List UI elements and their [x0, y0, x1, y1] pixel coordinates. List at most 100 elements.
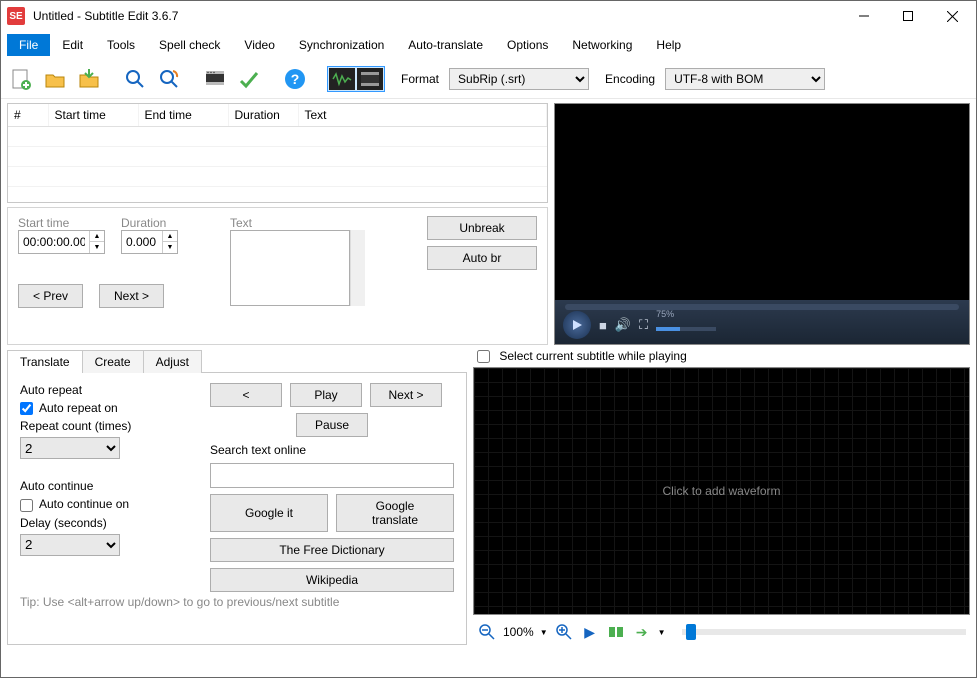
- starttime-spinner[interactable]: ▲▼: [18, 230, 105, 254]
- col-duration[interactable]: Duration: [228, 104, 298, 127]
- menu-spellcheck[interactable]: Spell check: [147, 34, 232, 56]
- spin-up-icon[interactable]: ▲: [163, 231, 177, 242]
- duration-input[interactable]: [122, 233, 162, 251]
- seek-bar[interactable]: [565, 304, 959, 310]
- new-file-icon[interactable]: [7, 65, 35, 93]
- video-view-icon[interactable]: [357, 68, 383, 90]
- select-current-checkbox[interactable]: [477, 350, 490, 363]
- menu-autotranslate[interactable]: Auto-translate: [396, 34, 495, 56]
- menu-edit[interactable]: Edit: [50, 34, 95, 56]
- wikipedia-button[interactable]: Wikipedia: [210, 568, 454, 592]
- translate-next-button[interactable]: Next >: [370, 383, 442, 407]
- format-select[interactable]: SubRip (.srt): [449, 68, 589, 90]
- subtitle-text-input[interactable]: [230, 230, 350, 306]
- window-title: Untitled - Subtitle Edit 3.6.7: [33, 9, 842, 23]
- tip-text: Tip: Use <alt+arrow up/down> to go to pr…: [20, 591, 454, 609]
- repeat-count-select[interactable]: 2: [20, 437, 120, 459]
- menu-help[interactable]: Help: [644, 34, 693, 56]
- video-area[interactable]: [555, 104, 969, 300]
- waveform-controls: 100% ▼ ▶ ➔ ▼: [473, 619, 970, 645]
- format-label: Format: [401, 72, 439, 86]
- duration-spinner[interactable]: ▲▼: [121, 230, 178, 254]
- menu-synchronization[interactable]: Synchronization: [287, 34, 396, 56]
- wf-position-slider[interactable]: [682, 629, 966, 635]
- visual-sync-icon[interactable]: [201, 65, 229, 93]
- menubar: File Edit Tools Spell check Video Synchr…: [1, 31, 976, 59]
- volume-icon[interactable]: 🔊: [615, 317, 631, 333]
- unbreak-button[interactable]: Unbreak: [427, 216, 537, 240]
- translate-play-button[interactable]: Play: [290, 383, 362, 407]
- spin-up-icon[interactable]: ▲: [90, 231, 104, 242]
- help-icon[interactable]: ?: [281, 65, 309, 93]
- wf-dropdown-icon[interactable]: ▼: [658, 628, 666, 637]
- table-row[interactable]: [8, 127, 547, 147]
- repeat-count-label: Repeat count (times): [20, 419, 200, 433]
- wf-next-icon[interactable]: ➔: [632, 622, 652, 642]
- slider-thumb[interactable]: [686, 624, 696, 640]
- col-number[interactable]: #: [8, 104, 48, 127]
- search-online-input[interactable]: [210, 463, 454, 488]
- starttime-input[interactable]: [19, 233, 89, 251]
- encoding-select[interactable]: UTF-8 with BOM: [665, 68, 825, 90]
- menu-options[interactable]: Options: [495, 34, 560, 56]
- menu-video[interactable]: Video: [232, 34, 286, 56]
- play-button[interactable]: [563, 311, 591, 339]
- stop-icon[interactable]: ■: [599, 318, 607, 333]
- autobr-button[interactable]: Auto br: [427, 246, 537, 270]
- auto-continue-checkbox[interactable]: [20, 499, 33, 512]
- auto-continue-checkbox-label[interactable]: Auto continue on: [20, 497, 200, 511]
- fullscreen-icon[interactable]: ⛶: [639, 317, 648, 333]
- scrollbar[interactable]: [350, 230, 365, 306]
- spin-down-icon[interactable]: ▼: [163, 242, 177, 253]
- free-dictionary-button[interactable]: The Free Dictionary: [210, 538, 454, 562]
- zoom-out-icon[interactable]: [477, 622, 497, 642]
- wf-play-icon[interactable]: ▶: [580, 622, 600, 642]
- save-file-icon[interactable]: [75, 65, 103, 93]
- menu-file[interactable]: File: [7, 34, 50, 56]
- select-current-checkbox-label[interactable]: Select current subtitle while playing: [477, 349, 687, 363]
- waveform-area[interactable]: Click to add waveform: [473, 367, 970, 615]
- col-text[interactable]: Text: [298, 104, 547, 127]
- titlebar: SE Untitled - Subtitle Edit 3.6.7: [1, 1, 976, 31]
- prev-button[interactable]: < Prev: [18, 284, 83, 308]
- translate-prev-button[interactable]: <: [210, 383, 282, 407]
- tab-strip: Translate Create Adjust: [7, 349, 467, 372]
- zoom-in-icon[interactable]: [554, 622, 574, 642]
- auto-repeat-checkbox-label[interactable]: Auto repeat on: [20, 401, 200, 415]
- table-row[interactable]: [8, 167, 547, 187]
- minimize-button[interactable]: [842, 2, 886, 30]
- tab-create[interactable]: Create: [82, 350, 144, 373]
- next-button[interactable]: Next >: [99, 284, 164, 308]
- menu-tools[interactable]: Tools: [95, 34, 147, 56]
- col-starttime[interactable]: Start time: [48, 104, 138, 127]
- zoom-dropdown-icon[interactable]: ▼: [540, 628, 548, 637]
- tab-adjust[interactable]: Adjust: [143, 350, 202, 373]
- text-label: Text: [230, 216, 415, 230]
- spin-down-icon[interactable]: ▼: [90, 242, 104, 253]
- edit-panel: Start time ▲▼ Duration ▲▼: [7, 207, 548, 345]
- video-time-label: 75%: [656, 309, 716, 319]
- google-it-button[interactable]: Google it: [210, 494, 328, 532]
- delay-select[interactable]: 2: [20, 534, 120, 556]
- auto-continue-group-label: Auto continue: [20, 479, 200, 493]
- waveform-view-icon[interactable]: [329, 68, 355, 90]
- auto-repeat-checkbox[interactable]: [20, 402, 33, 415]
- open-file-icon[interactable]: [41, 65, 69, 93]
- close-button[interactable]: [930, 2, 974, 30]
- tab-body-translate: Auto repeat Auto repeat on Repeat count …: [7, 372, 467, 645]
- delay-label: Delay (seconds): [20, 516, 200, 530]
- spellcheck-icon[interactable]: [235, 65, 263, 93]
- find-icon[interactable]: [121, 65, 149, 93]
- wf-position-icon[interactable]: [606, 622, 626, 642]
- replace-icon[interactable]: [155, 65, 183, 93]
- volume-bar[interactable]: [656, 327, 716, 331]
- subtitle-grid[interactable]: # Start time End time Duration Text: [7, 103, 548, 203]
- translate-pause-button[interactable]: Pause: [296, 413, 368, 437]
- col-endtime[interactable]: End time: [138, 104, 228, 127]
- tab-translate[interactable]: Translate: [7, 350, 83, 373]
- maximize-button[interactable]: [886, 2, 930, 30]
- table-row[interactable]: [8, 147, 547, 167]
- auto-repeat-group-label: Auto repeat: [20, 383, 200, 397]
- menu-networking[interactable]: Networking: [560, 34, 644, 56]
- google-translate-button[interactable]: Google translate: [336, 494, 454, 532]
